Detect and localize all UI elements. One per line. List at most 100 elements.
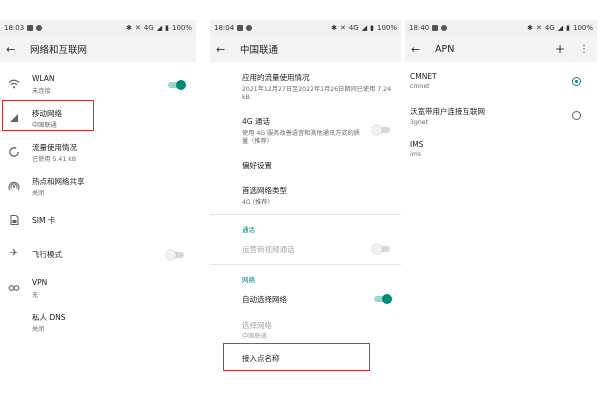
auto-select-network-toggle[interactable] [374, 294, 392, 304]
item-title: 飞行模式 [32, 250, 62, 259]
battery-icon: ▮ [165, 24, 169, 32]
settings-item-airplane-mode[interactable]: ✈ 飞行模式 [0, 238, 196, 272]
item-title: 选择网络 [242, 321, 272, 330]
carrier-video-calling-item[interactable]: 运营商视频通话 [242, 244, 295, 255]
status-bar: 18:03 ✱ ✕ 4G ◢ ▮ 100% [0, 20, 196, 36]
apn-item-ims[interactable]: IMS ims [410, 140, 423, 159]
add-apn-button[interactable]: + [555, 42, 565, 56]
network-section-header: 网络 [242, 276, 255, 284]
apn-list-screen: 18:40 ✱ ✕ 4G ◢ ▮ 100% ← APN + ⋮ CMNET cm… [405, 20, 597, 372]
settings-item-sim[interactable]: SIM 卡 [0, 204, 196, 238]
item-title: 应用的流量使用情况 [242, 73, 310, 82]
app-bar: ← 中国联通 [210, 36, 401, 62]
signal-type: 4G [348, 24, 359, 32]
item-title: WLAN [32, 74, 55, 83]
bluetooth-icon: ✱ [126, 24, 132, 32]
item-title: VPN [32, 278, 48, 287]
more-options-icon[interactable]: ⋮ [579, 44, 589, 55]
mute-icon: ✕ [535, 24, 542, 32]
clock: 18:40 [409, 24, 430, 32]
item-subtitle: 关闭 [32, 190, 45, 197]
airplane-mode-toggle[interactable] [166, 250, 184, 260]
item-subtitle: 使用 4G 服务改善语音和其他通讯方式的质量（推荐） [242, 130, 360, 145]
mute-icon: ✕ [339, 24, 346, 32]
apn-item-3gnet[interactable]: 沃宽带用户连接互联网 3gnet [410, 106, 485, 127]
app-bar: ← APN + ⋮ [405, 36, 597, 62]
item-subtitle: 无 [32, 292, 39, 299]
clock: 18:03 [4, 24, 25, 32]
signal-icon: ◢ [361, 24, 368, 32]
apn-item-cmnet[interactable]: CMNET cmnet [410, 72, 437, 91]
signal-type: 4G [544, 24, 555, 32]
back-arrow-icon[interactable]: ← [411, 43, 429, 56]
item-subtitle: 2021年12月27日至2022年1月26日期间已使用 7.24 kB [242, 86, 392, 101]
calls-section-header: 通话 [242, 226, 255, 234]
status-bar: 18:40 ✱ ✕ 4G ◢ ▮ 100% [405, 20, 597, 36]
item-subtitle: 未连接 [32, 88, 51, 95]
bluetooth-icon: ✱ [331, 24, 337, 32]
divider [210, 264, 401, 265]
item-title: 4G 通话 [242, 117, 270, 126]
item-title: 自动选择网络 [242, 295, 287, 304]
video-calling-toggle[interactable] [372, 244, 390, 254]
apn-name: 沃宽带用户连接互联网 [410, 107, 485, 116]
wifi-icon [8, 78, 20, 90]
auto-select-network-item[interactable]: 自动选择网络 [242, 294, 287, 305]
data-usage-icon [8, 146, 20, 158]
battery-icon: ▮ [370, 24, 374, 32]
highlight-box [2, 100, 94, 131]
battery-level: 100% [572, 24, 593, 32]
item-title: 私人 DNS [32, 313, 66, 322]
hotspot-icon [8, 180, 20, 192]
preferences-item[interactable]: 偏好设置 [242, 160, 272, 171]
carrier-settings-screen: 18:04 ✱ ✕ 4G ◢ ▮ 100% ← 中国联通 应用的流量使用情况 2… [210, 20, 401, 372]
status-bar: 18:04 ✱ ✕ 4G ◢ ▮ 100% [210, 20, 401, 36]
apn-value: cmnet [410, 83, 430, 90]
item-title: 流量使用情况 [32, 143, 77, 152]
item-subtitle: 中国联通 [242, 333, 267, 340]
apn-name: CMNET [410, 72, 437, 81]
mute-icon: ✕ [134, 24, 141, 32]
app-data-usage-item[interactable]: 应用的流量使用情况 2021年12月27日至2022年1月26日期间已使用 7.… [242, 72, 392, 102]
page-title: APN [435, 43, 455, 55]
choose-network-item[interactable]: 选择网络 中国联通 [242, 320, 272, 341]
settings-item-data-usage[interactable]: 流量使用情况 已使用 5.41 kB [0, 136, 196, 170]
volte-item[interactable]: 4G 通话 使用 4G 服务改善语音和其他通讯方式的质量（推荐） [242, 116, 364, 146]
notification-icon [441, 25, 448, 31]
notification-icon [36, 25, 43, 31]
apn-value: 3gnet [410, 119, 429, 126]
divider [210, 214, 401, 215]
back-arrow-icon[interactable]: ← [6, 43, 24, 56]
apn-radio[interactable] [572, 111, 581, 120]
item-subtitle: 关闭 [32, 326, 45, 333]
apn-radio-selected[interactable] [572, 77, 581, 86]
apn-name: IMS [410, 140, 424, 149]
highlight-box [223, 343, 370, 371]
settings-item-wlan[interactable]: WLAN 未连接 [0, 68, 196, 102]
item-title: 热点和网络共享 [32, 177, 85, 186]
battery-level: 100% [171, 24, 192, 32]
preferred-network-type-item[interactable]: 首选网络类型 4G (推荐) [242, 185, 287, 207]
notification-icon [237, 25, 244, 31]
settings-item-private-dns[interactable]: 私人 DNS 关闭 [0, 306, 196, 340]
item-title: 偏好设置 [242, 161, 272, 170]
page-title: 中国联通 [240, 45, 279, 56]
wlan-toggle[interactable] [168, 80, 186, 90]
item-title: SIM 卡 [32, 216, 56, 225]
app-bar: ← 网络和互联网 [0, 36, 196, 62]
bluetooth-icon: ✱ [527, 24, 533, 32]
sim-card-icon [8, 214, 20, 226]
item-title: 运营商视频通话 [242, 245, 295, 254]
volte-toggle[interactable] [372, 125, 390, 135]
battery-level: 100% [376, 24, 397, 32]
page-title: 网络和互联网 [30, 45, 88, 56]
item-subtitle: 4G (推荐) [242, 199, 270, 206]
battery-icon: ▮ [566, 24, 570, 32]
item-subtitle: 已使用 5.41 kB [32, 156, 77, 163]
signal-icon: ◢ [557, 24, 564, 32]
settings-item-hotspot[interactable]: 热点和网络共享 关闭 [0, 170, 196, 204]
clock: 18:04 [214, 24, 235, 32]
settings-item-vpn[interactable]: VPN 无 [0, 272, 196, 306]
back-arrow-icon[interactable]: ← [216, 43, 234, 56]
signal-icon: ◢ [156, 24, 163, 32]
